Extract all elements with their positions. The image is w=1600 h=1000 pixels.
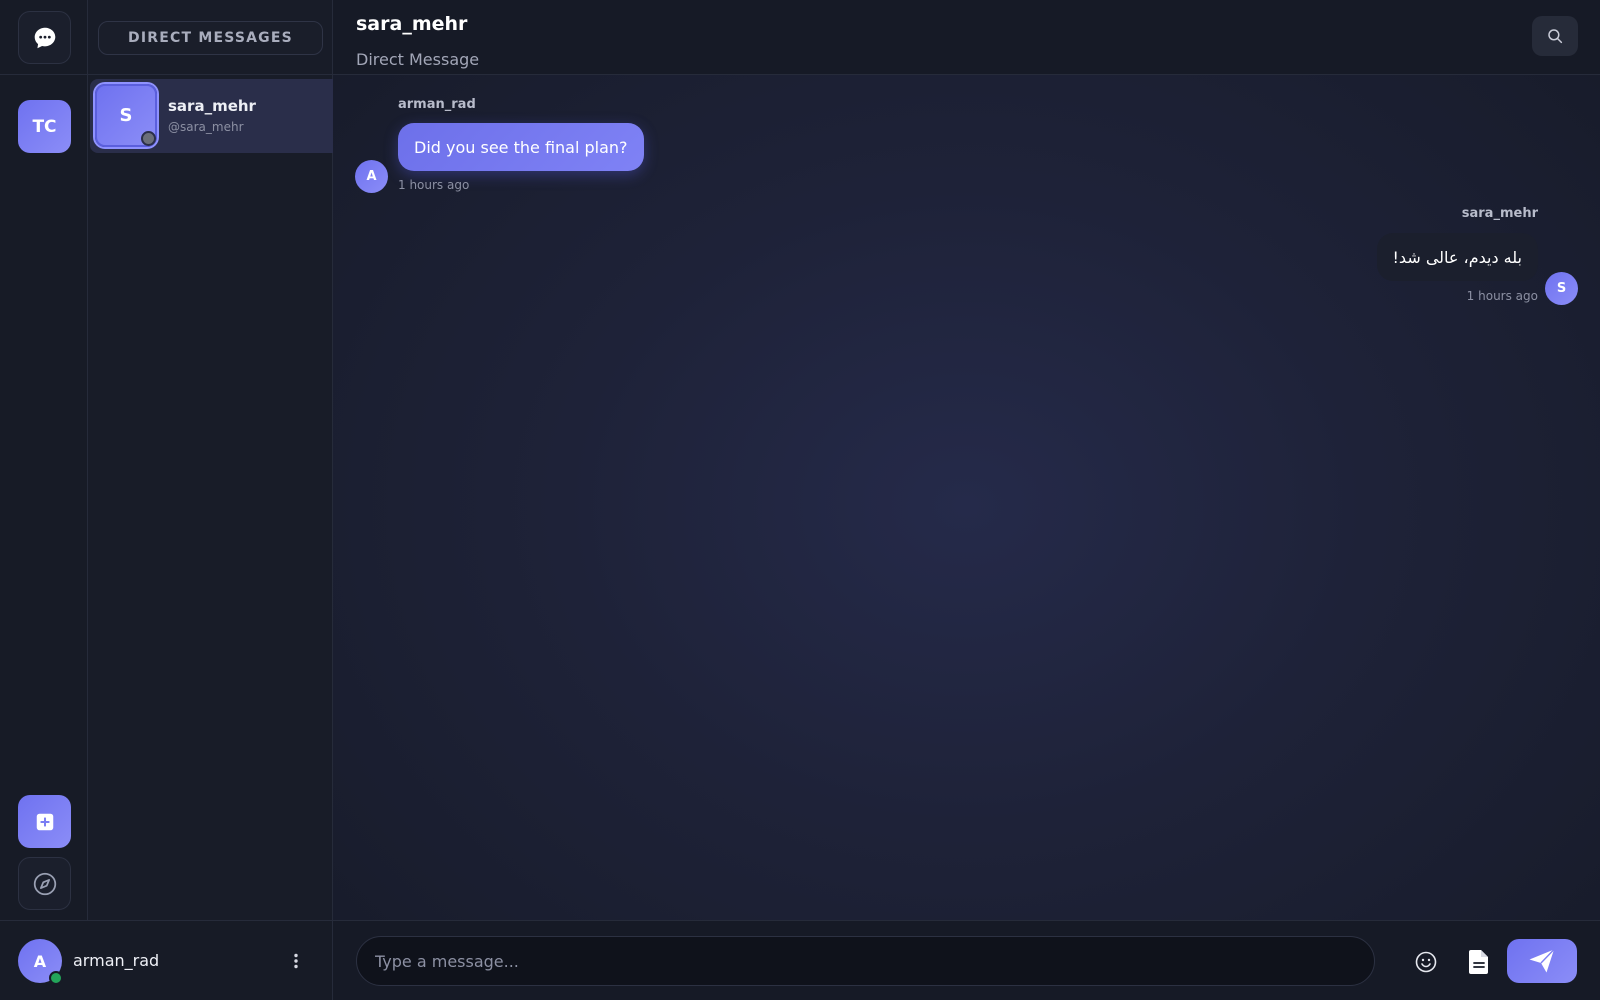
server-tc-button[interactable]: TC (18, 100, 71, 153)
message-time: 1 hours ago (1466, 289, 1538, 303)
chat-header: sara_mehr Direct Message (333, 0, 1600, 75)
message-bubble: بله دیدم، عالی شد! (1376, 233, 1538, 281)
online-status-dot (49, 971, 63, 985)
rail-header (0, 0, 87, 75)
message-bubble: Did you see the final plan? (398, 123, 644, 171)
dm-panel-title: DIRECT MESSAGES (98, 21, 323, 55)
message-author: arman_rad (398, 97, 476, 112)
dm-item-sara-mehr[interactable]: S sara_mehr @sara_mehr (90, 79, 333, 153)
search-button[interactable] (1532, 16, 1578, 56)
user-menu-button[interactable] (286, 949, 306, 973)
chat-subtitle: Direct Message (356, 50, 480, 69)
server-rail: TC (0, 0, 88, 920)
message-time: 1 hours ago (398, 178, 470, 192)
server-initials: TC (32, 116, 57, 137)
message-author: sara_mehr (1461, 206, 1538, 221)
avatar: S (1545, 272, 1578, 305)
current-user-bar: A arman_rad (0, 920, 333, 1000)
direct-messages-home-button[interactable] (18, 11, 71, 64)
vertical-dots-icon (294, 953, 298, 969)
dm-item-handle: @sara_mehr (168, 120, 244, 134)
dm-item-name: sara_mehr (168, 97, 256, 115)
message-composer (333, 920, 1600, 1000)
send-button[interactable] (1507, 939, 1577, 983)
avatar: A (355, 160, 388, 193)
document-icon (1469, 950, 1488, 974)
offline-status-dot (141, 131, 156, 146)
chat-area: sara_mehr Direct Message arman_rad Did y… (333, 0, 1600, 920)
chat-title: sara_mehr (356, 13, 468, 35)
attach-file-button[interactable] (1466, 948, 1492, 976)
dm-panel-header: DIRECT MESSAGES (88, 0, 332, 75)
chat-bubble-icon (34, 27, 55, 48)
message-input[interactable] (356, 936, 1375, 986)
smiley-icon (1415, 951, 1437, 973)
emoji-button[interactable] (1413, 949, 1439, 975)
current-user-name: arman_rad (73, 951, 160, 970)
explore-servers-button[interactable] (18, 857, 71, 910)
add-server-button[interactable] (18, 795, 71, 848)
compass-icon (33, 872, 56, 895)
plus-square-icon (36, 813, 53, 830)
paper-plane-icon (1529, 949, 1555, 973)
search-icon (1548, 29, 1563, 44)
direct-messages-panel: DIRECT MESSAGES S sara_mehr @sara_mehr (88, 0, 333, 920)
